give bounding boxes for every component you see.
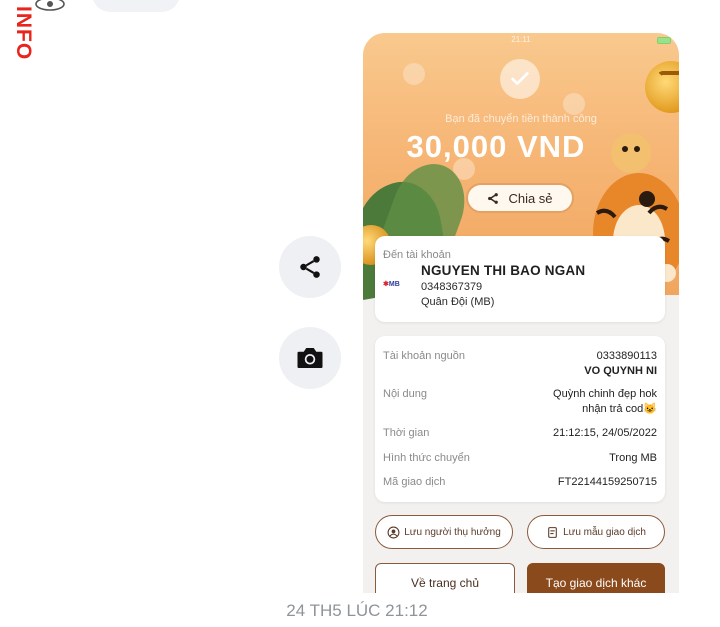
success-message: Bạn đã chuyển tiền thành công bbox=[445, 113, 597, 125]
destination-card: Đến tài khoản ✱MB NGUYEN THI BAO NGAN 03… bbox=[375, 236, 665, 322]
document-icon bbox=[548, 526, 557, 538]
home-button[interactable]: Về trang chủ bbox=[375, 563, 515, 593]
source-account-name: VO QUYNH NI bbox=[584, 365, 657, 377]
transfer-amount: 30,000 VND bbox=[406, 129, 586, 164]
code-label: Mã giao dịch bbox=[383, 476, 446, 488]
time-label: Thời gian bbox=[383, 427, 430, 439]
new-transaction-button[interactable]: Tạo giao dịch khác bbox=[527, 563, 665, 593]
transfer-receipt-image[interactable]: 21:11 Bạn đã chuyển tiền thành công 30,0… bbox=[363, 33, 679, 593]
message-bubble-partial bbox=[92, 0, 180, 12]
content-line-2: nhận trả cod😺 bbox=[582, 403, 657, 415]
save-template-button[interactable]: Lưu mẫu giao dịch bbox=[527, 515, 665, 549]
content-line-1: Quỳnh chinh đẹp hok bbox=[553, 388, 657, 400]
status-time: 21:11 bbox=[511, 35, 531, 44]
mb-logo-text: MB bbox=[388, 281, 400, 288]
watermark-text: INFO bbox=[12, 6, 35, 61]
success-check-icon bbox=[500, 59, 540, 99]
method-value: Trong MB bbox=[609, 452, 657, 464]
detail-row-content: Nội dung Quỳnh chinh đẹp hok nhận trả co… bbox=[383, 388, 657, 418]
receipt-share-label: Chia sẻ bbox=[508, 190, 553, 206]
destination-label: Đến tài khoản bbox=[383, 249, 451, 261]
time-value: 21:12:15, 24/05/2022 bbox=[553, 427, 657, 439]
code-value: FT22144159250715 bbox=[557, 476, 657, 488]
battery-icon bbox=[657, 37, 671, 44]
blossom-decoration bbox=[563, 93, 585, 115]
new-transaction-label: Tạo giao dịch khác bbox=[545, 576, 647, 590]
camera-button[interactable] bbox=[279, 327, 341, 389]
blossom-decoration bbox=[403, 63, 425, 85]
recipient-account: 0348367379 bbox=[421, 281, 483, 293]
detail-row-method: Hình thức chuyển Trong MB bbox=[383, 452, 657, 466]
source-account-label: Tài khoản nguồn bbox=[383, 350, 465, 362]
camera-icon bbox=[297, 348, 323, 368]
user-circle-icon bbox=[387, 526, 400, 538]
content-label: Nội dung bbox=[383, 388, 428, 400]
messenger-view: INFO 21:11 Bạn đã chuyển tiền thành công… bbox=[0, 0, 720, 627]
status-bar: 21:11 bbox=[363, 35, 679, 47]
mb-bank-logo-icon: ✱MB bbox=[383, 281, 400, 288]
detail-row-source: Tài khoản nguồn 0333890113 VO QUYNH NI bbox=[383, 350, 657, 380]
watermark-logo-icon bbox=[35, 0, 65, 11]
message-timestamp: 24 TH5 LÚC 21:12 bbox=[0, 601, 720, 621]
recipient-name: NGUYEN THI BAO NGAN bbox=[421, 263, 586, 278]
home-button-label: Về trang chủ bbox=[410, 576, 480, 590]
transaction-details-card: Tài khoản nguồn 0333890113 VO QUYNH NI N… bbox=[375, 336, 665, 502]
share-icon bbox=[488, 192, 499, 204]
save-beneficiary-label: Lưu người thụ hưởng bbox=[404, 526, 501, 538]
share-button[interactable] bbox=[279, 236, 341, 298]
message-timestamp-text: 24 TH5 LÚC 21:12 bbox=[286, 601, 428, 620]
source-account-value: 0333890113 bbox=[596, 350, 657, 362]
save-template-label: Lưu mẫu giao dịch bbox=[563, 526, 646, 538]
recipient-bank: Quân Đội (MB) bbox=[421, 296, 495, 308]
method-label: Hình thức chuyển bbox=[383, 452, 470, 464]
detail-row-time: Thời gian 21:12:15, 24/05/2022 bbox=[383, 427, 657, 441]
detail-row-code: Mã giao dịch FT22144159250715 bbox=[383, 476, 657, 490]
share-icon bbox=[300, 256, 320, 278]
save-beneficiary-button[interactable]: Lưu người thụ hưởng bbox=[375, 515, 513, 549]
coin-decoration bbox=[645, 61, 679, 113]
receipt-share-button[interactable]: Chia sẻ bbox=[466, 183, 574, 213]
